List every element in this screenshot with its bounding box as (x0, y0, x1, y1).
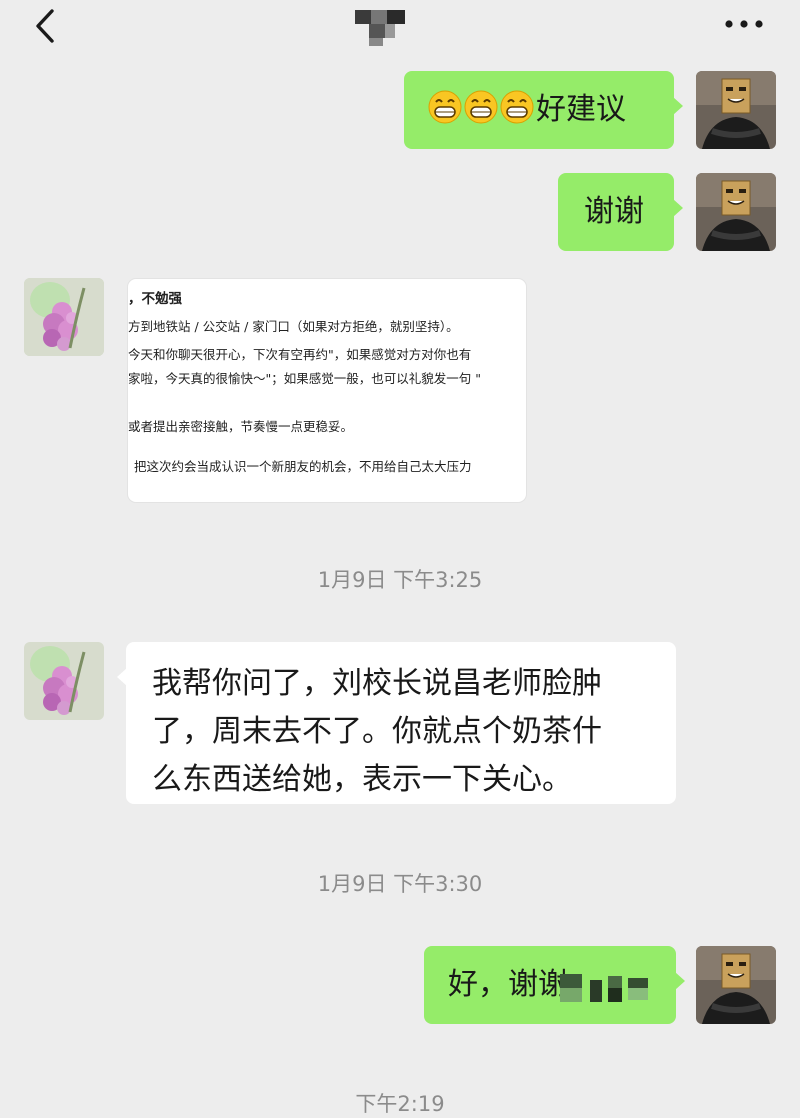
message-text: 好建议 (536, 92, 626, 127)
contact-name-blurred (355, 6, 411, 46)
timestamp: 1月9日 下午3:25 (317, 568, 483, 592)
grin-emoji-icon (500, 90, 534, 124)
image-text-line: 方到地铁站 / 公交站 / 家门口（如果对方拒绝，就别坚持）。 (128, 319, 459, 334)
message-line: 了，周末去不了。你就点个奶茶什 (152, 714, 602, 749)
redacted-text-mosaic (560, 972, 652, 1006)
avatar-self[interactable] (696, 71, 776, 149)
image-message[interactable]: ，不勉强 方到地铁站 / 公交站 / 家门口（如果对方拒绝，就别坚持）。 今天和… (128, 279, 526, 502)
message-bubble-sent[interactable]: 好建议 (404, 71, 683, 149)
image-text-line: 或者提出亲密接触，节奏慢一点更稳妥。 (128, 419, 354, 434)
message-text: 我帮你问了，刘校长说昌老师脸肿 了，周末去不了。你就点个奶茶什 么东西送给她，表… (152, 660, 662, 804)
avatar-self[interactable] (696, 173, 776, 251)
timestamp: 1月9日 下午3:30 (317, 872, 483, 896)
image-text-line: 今天和你聊天很开心，下次有空再约"，如果感觉对方对你也有 (128, 347, 472, 362)
avatar-contact[interactable] (24, 278, 104, 356)
avatar-contact[interactable] (24, 642, 104, 720)
chevron-left-icon[interactable] (30, 8, 60, 44)
chat-header (0, 0, 800, 60)
message-text: 谢谢 (584, 194, 644, 229)
message-bubble-sent[interactable]: 谢谢 (558, 173, 683, 251)
avatar-self[interactable] (696, 946, 776, 1024)
ellipsis-icon[interactable] (722, 14, 766, 34)
message-line: 我帮你问了，刘校长说昌老师脸肿 (152, 666, 602, 701)
image-text-line: ，不勉强 (128, 291, 182, 307)
image-text-line: 把这次约会当成认识一个新朋友的机会，不用给自己太大压力 (134, 459, 472, 474)
timestamp: 下午2:19 (355, 1092, 445, 1116)
image-text-line: 家啦，今天真的很愉快～"；如果感觉一般，也可以礼貌发一句 " (128, 371, 481, 386)
message-line: 么东西送给她，表示一下关心。 (152, 762, 572, 797)
grin-emoji-icon (428, 90, 462, 124)
grin-emoji-icon (464, 90, 498, 124)
